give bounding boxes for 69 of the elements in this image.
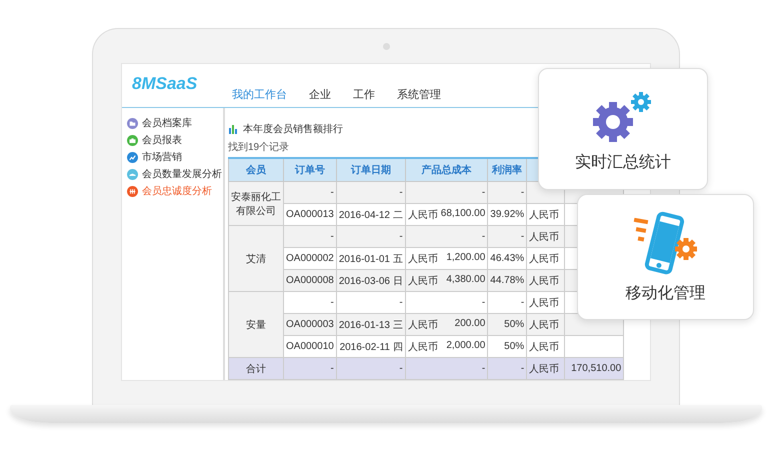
logo: 8MSaaS (132, 74, 198, 94)
table-cell: 人民币 (526, 336, 564, 358)
table-cell: - (405, 226, 488, 248)
sidebar-item[interactable]: 会员档案库 (127, 116, 223, 130)
table-cell: - (488, 292, 527, 314)
member-cell: 安量 (228, 292, 284, 358)
card-label: 移动化管理 (626, 284, 706, 304)
sidebar-item[interactable]: 会员数量发展分析 (127, 167, 223, 181)
table-cell: OA000003 (284, 314, 336, 336)
nav-tab[interactable]: 我的工作台 (232, 87, 287, 102)
nav-tab[interactable]: 系统管理 (397, 87, 441, 102)
table-cell: - (284, 292, 336, 314)
report-title: 本年度会员销售额排行 (243, 122, 343, 136)
table-cell: 人民币 (526, 358, 564, 380)
table-cell: OA000002 (284, 248, 336, 270)
table-cell: 人民币 4,380.00 (405, 270, 488, 292)
table-cell: 46.43% (488, 248, 527, 270)
table-cell: 44.78% (488, 270, 527, 292)
table-cell: - (336, 182, 406, 204)
table-cell: 人民币 1,200.00 (405, 248, 488, 270)
member-cell: 艾清 (228, 226, 284, 292)
table-cell: 人民币 68,100.00 (405, 204, 488, 226)
table-cell: - (284, 182, 336, 204)
table-cell: 人民币 200.00 (405, 314, 488, 336)
table-cell: - (336, 358, 406, 380)
column-header: 产品总成本 (405, 158, 488, 182)
record-count: 找到19个记录 (228, 140, 290, 154)
sidebar-item[interactable]: 市场营销 (127, 150, 223, 164)
table-cell: OA000008 (284, 270, 336, 292)
table-cell: 人民币 (526, 226, 564, 248)
card-label: 实时汇总统计 (575, 152, 671, 172)
column-header: 会员 (228, 158, 284, 182)
table-cell: OA000013 (284, 204, 336, 226)
table-cell: - (488, 226, 527, 248)
member-cell: 安泰丽化工有限公司 (228, 182, 284, 226)
table-cell: - (284, 358, 336, 380)
table-cell: OA000010 (284, 336, 336, 358)
table-cell: 170,510.00 (564, 358, 624, 380)
total-label: 合计 (228, 358, 284, 380)
table-cell: 人民币 (526, 204, 564, 226)
column-header: 订单日期 (336, 158, 406, 182)
table-cell: - (405, 292, 488, 314)
table-cell: - (336, 226, 406, 248)
table-cell: - (284, 226, 336, 248)
table-cell (564, 336, 624, 358)
table-cell: 39.92% (488, 204, 527, 226)
table-cell: 50% (488, 336, 527, 358)
table-cell: - (336, 292, 406, 314)
table-cell: 2016-04-12 二 (336, 204, 406, 226)
table-cell: 2016-01-01 五 (336, 248, 406, 270)
table-cell: 人民币 2,000.00 (405, 336, 488, 358)
table-cell: - (488, 358, 527, 380)
nav-tab[interactable]: 工作 (353, 87, 375, 102)
column-header: 利润率 (488, 158, 527, 182)
bar-chart-icon (228, 124, 238, 134)
table-cell: 人民币 (526, 314, 564, 336)
table-cell: 2016-03-06 日 (336, 270, 406, 292)
table-cell: 50% (488, 314, 527, 336)
table-cell: 人民币 (526, 248, 564, 270)
table-cell: - (405, 182, 488, 204)
column-header: 订单号 (284, 158, 336, 182)
table-cell: 人民币 (526, 292, 564, 314)
sidebar-item[interactable]: 会员报表 (127, 133, 223, 147)
nav-tab[interactable]: 企业 (309, 87, 331, 102)
table-cell: - (488, 182, 527, 204)
table-cell: 2016-02-11 四 (336, 336, 406, 358)
table-cell: - (405, 358, 488, 380)
table-cell: 2016-01-13 三 (336, 314, 406, 336)
table-cell: 人民币 (526, 270, 564, 292)
